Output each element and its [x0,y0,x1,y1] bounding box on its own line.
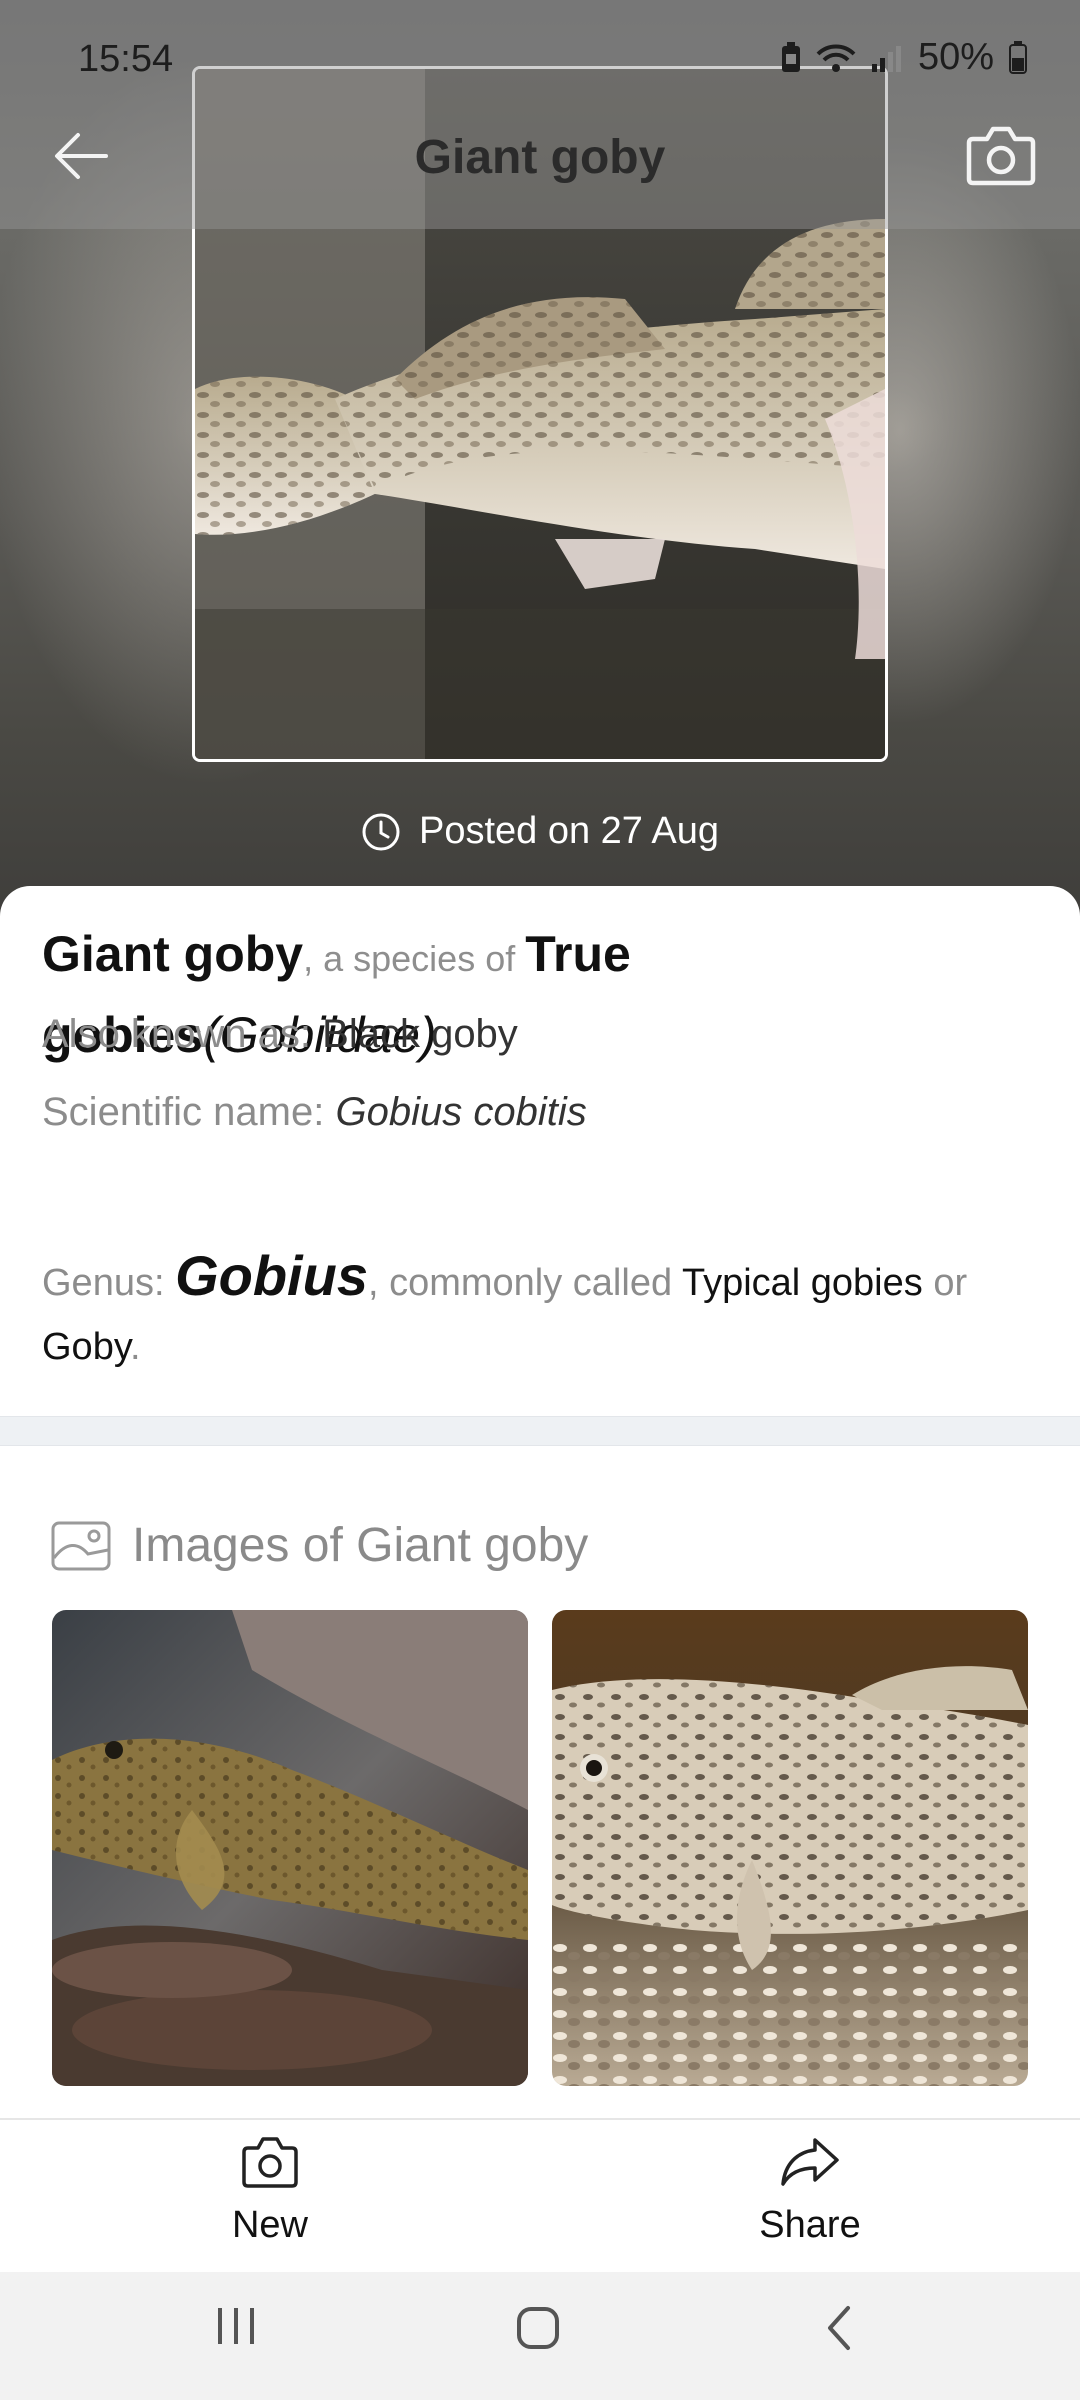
new-button[interactable]: New [120,2134,420,2247]
share-icon [781,2138,839,2186]
genus-label: Genus: [42,1262,176,1304]
camera-button[interactable] [965,123,1037,187]
genus-end: . [130,1326,141,1368]
also-known-as: Also known as: Black goby [42,1012,518,1057]
signal-icon [871,45,901,72]
new-label: New [231,2204,309,2246]
share-button[interactable]: Share [660,2134,960,2247]
aka-label: Also known as: [42,1012,323,1056]
status-bar: 15:54 50% [0,0,1080,110]
battery-percent: 50% [917,36,994,78]
home-icon [517,2307,559,2349]
share-label: Share [759,2204,861,2246]
system-navigation-bar [0,2272,1080,2400]
camera-icon [242,2137,298,2188]
genus-common-2: Goby [42,1326,131,1368]
scientific-value: Gobius cobitis [335,1090,587,1134]
back-icon [828,2306,850,2350]
bottom-action-bar: New Share [0,2118,1080,2274]
clock-icon [362,813,400,850]
images-section-title: Images of Giant goby [132,1519,589,1572]
page-title: Giant goby [414,131,666,184]
genus-value[interactable]: Gobius [175,1244,368,1307]
aka-value: Black goby [322,1012,518,1056]
thumbnail-goby-on-shells[interactable] [552,1610,1028,2086]
thumbnail-goby-on-rocks[interactable] [52,1610,528,2086]
genus-line: Genus: Gobius, commonly called Typical g… [42,1244,1042,1379]
species-of-text: , a species of [303,938,526,979]
species-info-card: Giant goby, a species of True gobies(Gob… [0,886,1080,1414]
status-icons: 50% [780,36,1028,79]
section-divider [0,1416,1080,1446]
posted-date: Posted on 27 Aug [0,810,1080,853]
recents-icon [218,2308,254,2344]
camera-icon [966,126,1036,186]
image-icon [51,1521,111,1570]
system-back-button[interactable] [820,2304,860,2357]
recents-button[interactable] [214,2304,258,2353]
genus-common-text: , commonly called [367,1262,682,1304]
wifi-icon [816,44,856,72]
images-section-header: Images of Giant goby [50,1518,588,1573]
home-button[interactable] [514,2304,562,2357]
battery-icon [1009,40,1027,74]
genus-or-text: or [922,1262,968,1304]
posted-text: Posted on 27 Aug [418,810,720,852]
scientific-label: Scientific name: [42,1090,336,1134]
species-common-name[interactable]: Giant goby [42,926,303,982]
genus-common-1: Typical gobies [681,1262,923,1304]
scientific-name: Scientific name: Gobius cobitis [42,1090,587,1135]
status-time: 15:54 [78,38,174,80]
battery-saver-icon [781,41,800,72]
